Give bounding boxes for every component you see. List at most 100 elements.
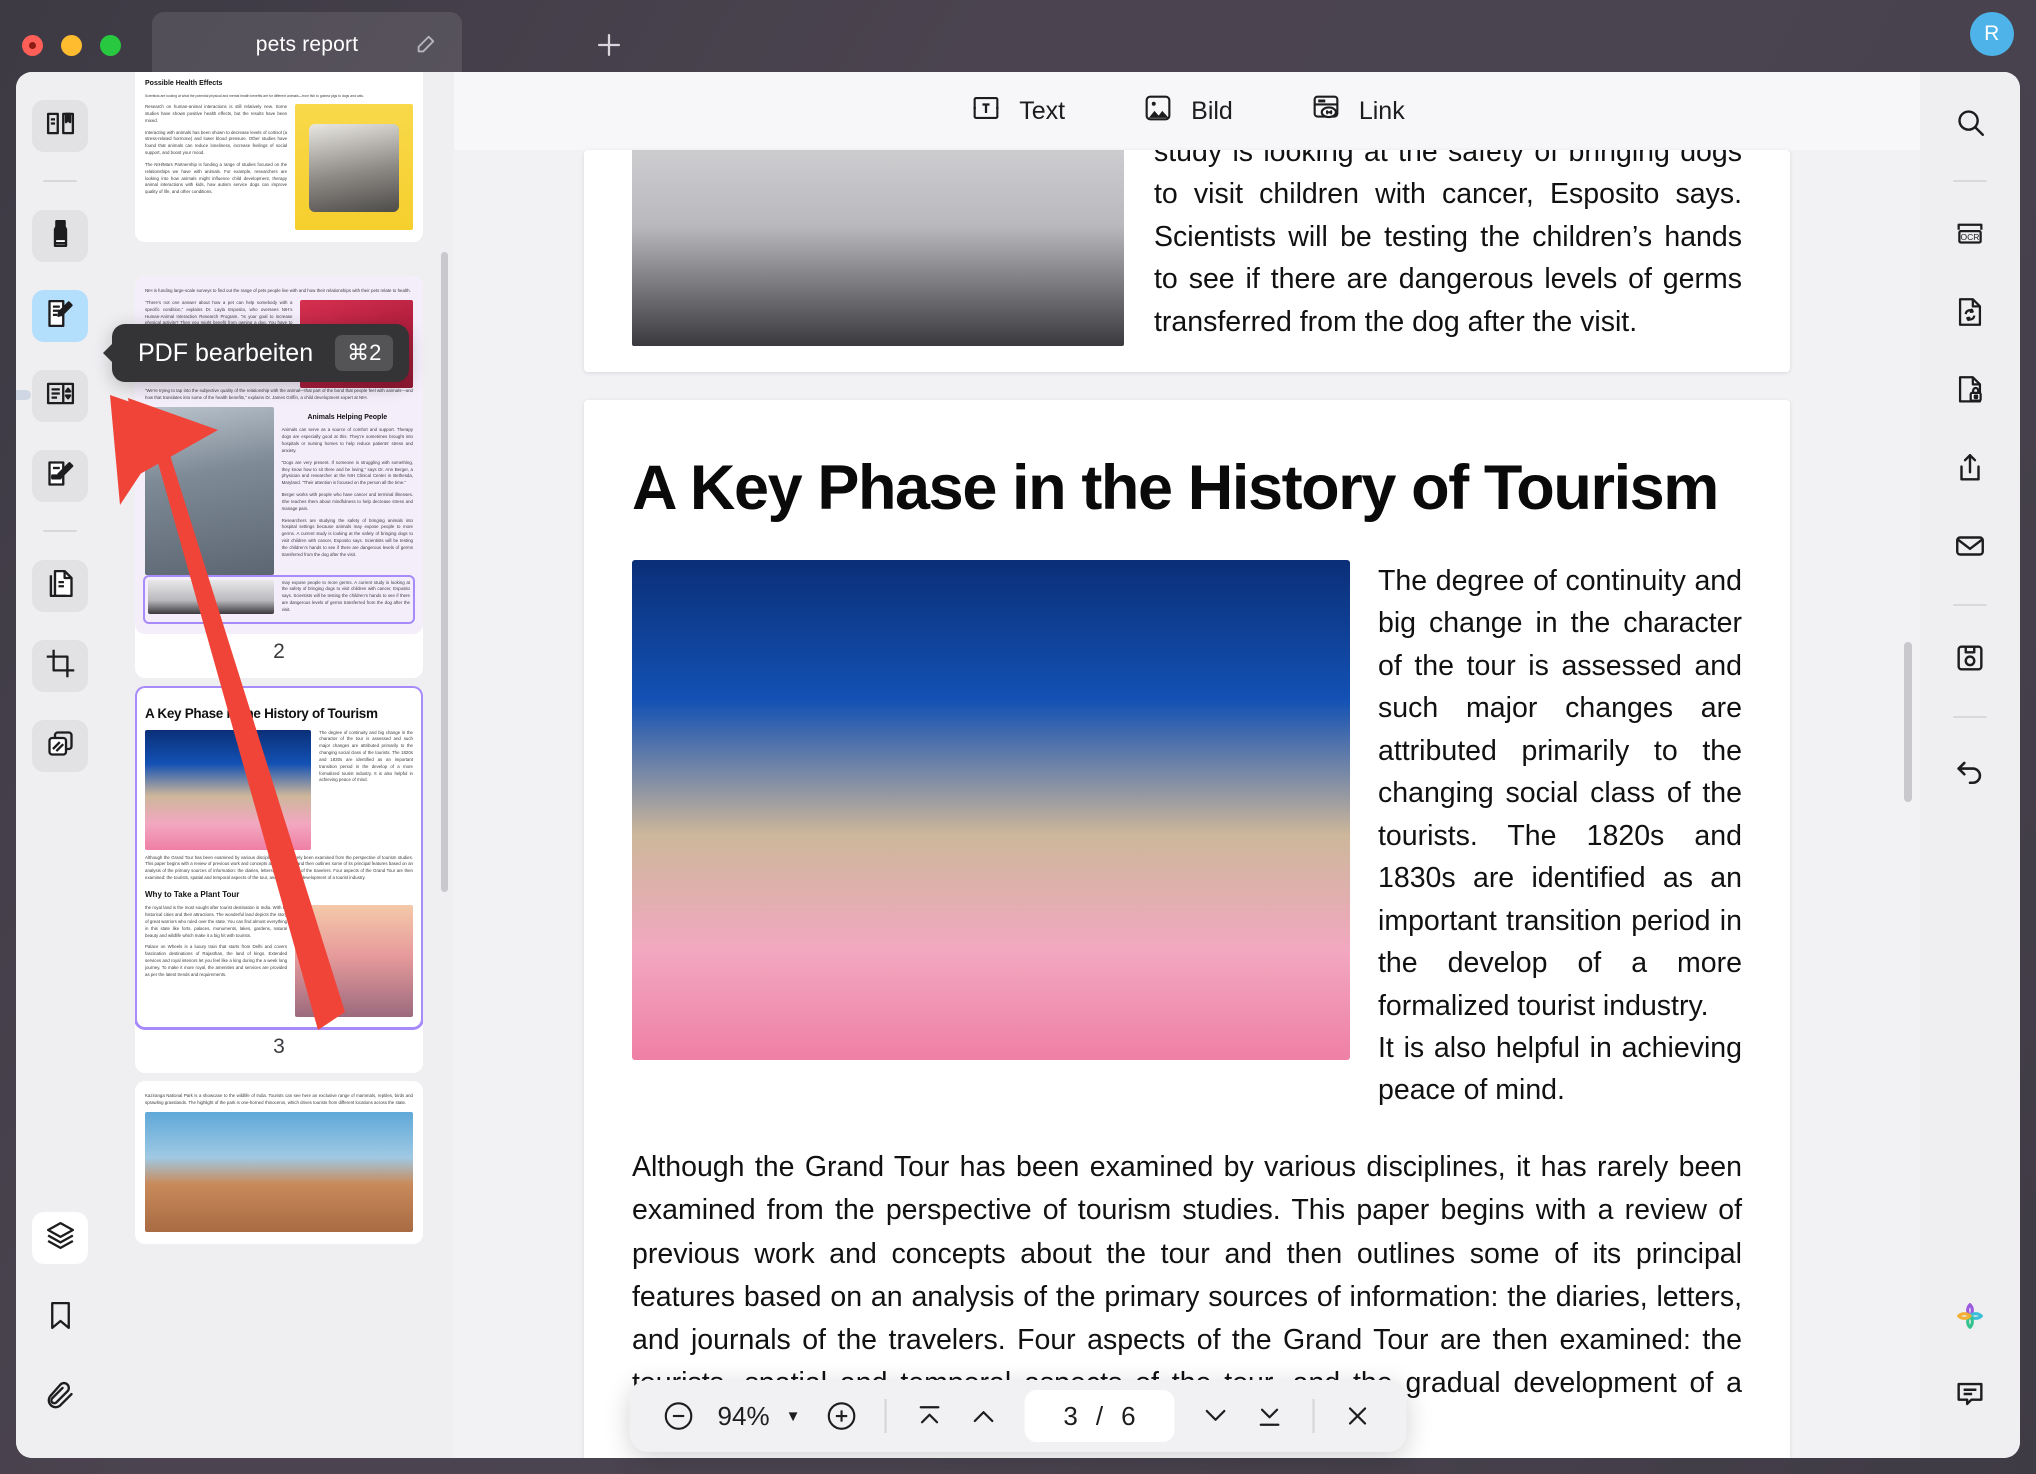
right-item-ai-assistant[interactable]	[1942, 1290, 1998, 1346]
pencil-icon[interactable]	[414, 34, 436, 56]
close-window-button[interactable]	[22, 35, 43, 56]
avatar[interactable]: R	[1970, 12, 2014, 56]
total-pages-value: 6	[1121, 1401, 1135, 1432]
thumb-image-desk	[148, 580, 274, 614]
thumb-text: “Dogs are very present. If someone is st…	[282, 460, 413, 487]
thumbnail-panel[interactable]: Healthy Strategies Research Update Possi…	[104, 72, 454, 1458]
page-separator: /	[1096, 1401, 1103, 1432]
thumb-heading: Possible Health Effects	[145, 79, 413, 90]
sidebar-item-signature-tool[interactable]	[32, 450, 88, 502]
page-column-text[interactable]: The degree of continuity and big change …	[1378, 560, 1742, 1112]
right-item-comments[interactable]	[1942, 1368, 1998, 1424]
next-page-button[interactable]	[1192, 1393, 1238, 1439]
thumb-heading: Animals Helping People	[282, 413, 413, 424]
first-page-button[interactable]	[906, 1393, 952, 1439]
document-viewer: Text Bild	[454, 72, 1920, 1458]
search-icon	[1953, 105, 1987, 144]
sidebar-item-background-tool[interactable]	[32, 720, 88, 772]
panel-resize-handle[interactable]	[16, 390, 31, 400]
zoom-in-button[interactable]	[818, 1393, 864, 1439]
ai-clover-icon	[1953, 1299, 1987, 1338]
toolbar-item-link[interactable]: Link	[1309, 91, 1405, 132]
toolbar-item-text[interactable]: Text	[969, 91, 1065, 132]
zoom-level[interactable]: 94%	[710, 1401, 778, 1432]
thumb-text: Palace on Wheels is a luxury train that …	[145, 944, 287, 978]
right-divider-1	[1953, 180, 1987, 182]
tab-title: pets report	[256, 33, 359, 57]
page-image-havana[interactable]	[632, 560, 1350, 1060]
page-scroll-area[interactable]: may expose people to more germs. A curre…	[454, 150, 1920, 1458]
toolbar-item-image[interactable]: Bild	[1141, 91, 1233, 132]
prev-page-button[interactable]	[960, 1393, 1006, 1439]
document-page-2-partial[interactable]: may expose people to more germs. A curre…	[584, 150, 1790, 372]
link-tool-icon	[1309, 91, 1343, 132]
close-toolbar-button[interactable]	[1334, 1393, 1380, 1439]
chevron-down-icon[interactable]: ▼	[786, 1408, 811, 1425]
zoom-page-toolbar: 94% ▼ 3 / 6	[630, 1380, 1407, 1452]
sidebar-item-page-copy[interactable]	[32, 560, 88, 612]
sidebar-item-crop-tool[interactable]	[32, 640, 88, 692]
sidebar-item-attachments-panel[interactable]	[32, 1372, 88, 1424]
avatar-initial: R	[1984, 22, 2000, 46]
bookmark-icon	[44, 1299, 77, 1337]
thumb-image-eiffel	[295, 905, 413, 1017]
page-text-partial: may expose people to more germs. A curre…	[1154, 150, 1742, 346]
thumb-text: Researchers are studying the safety of b…	[282, 518, 413, 559]
thumbnail-page-1[interactable]: Healthy Strategies Research Update Possi…	[135, 72, 423, 242]
minimize-window-button[interactable]	[61, 35, 82, 56]
thumb-text: Scientists are looking at what the poten…	[145, 94, 413, 99]
thumb-text: “We’re trying to tap into the subjective…	[145, 388, 413, 402]
paperclip-icon	[44, 1379, 77, 1417]
right-item-email[interactable]	[1942, 520, 1998, 576]
right-divider-3	[1953, 716, 1987, 718]
thumb-image-dog	[295, 104, 413, 230]
layers-icon	[44, 1219, 77, 1257]
current-page-value[interactable]: 3	[1063, 1401, 1077, 1432]
thumbnail-scrollbar[interactable]	[441, 252, 448, 892]
right-item-search[interactable]	[1942, 96, 1998, 152]
thumb-text: Research on human-animal interactions is…	[145, 104, 287, 124]
tooltip-label: PDF bearbeiten	[138, 339, 313, 368]
thumb-text: may expose people to more germs. A curre…	[282, 580, 410, 614]
sidebar-item-reader-view[interactable]	[32, 100, 88, 152]
save-icon	[1953, 641, 1987, 680]
thumb-subheading: Why to Take a Plant Tour	[145, 889, 413, 901]
sidebar-item-highlight-tool[interactable]	[32, 210, 88, 262]
document-tab[interactable]: pets report	[152, 12, 462, 78]
sidebar-item-pdf-edit-tool[interactable]	[32, 290, 88, 342]
document-page-3[interactable]: A Key Phase in the History of Tourism Th…	[584, 400, 1790, 1458]
viewer-scrollbar[interactable]	[1904, 642, 1912, 802]
right-item-share[interactable]	[1942, 442, 1998, 498]
page-indicator[interactable]: 3 / 6	[1024, 1390, 1174, 1442]
page-text-visible: may expose people to more germs. A curre…	[1154, 150, 1742, 338]
right-item-save[interactable]	[1942, 632, 1998, 688]
toolbar-divider-1	[884, 1399, 886, 1433]
edit-toolbar: Text Bild	[454, 72, 1920, 150]
right-item-undo[interactable]	[1942, 744, 1998, 800]
mail-icon	[1953, 529, 1987, 568]
right-item-ocr[interactable]: OCR	[1942, 208, 1998, 264]
right-item-convert[interactable]	[1942, 286, 1998, 342]
thumbnail-page-3[interactable]: A Key Phase in the History of Tourism Th…	[135, 686, 423, 1074]
document-lock-icon	[1953, 373, 1987, 412]
new-tab-button[interactable]	[592, 28, 626, 62]
page-title: A Key Phase in the History of Tourism	[632, 452, 1742, 524]
toolbar-label: Link	[1359, 97, 1405, 126]
ocr-icon: OCR	[1953, 217, 1987, 256]
last-page-button[interactable]	[1246, 1393, 1292, 1439]
thumbnail-page-4[interactable]: Kaziranga National Park is a showcase to…	[135, 1081, 423, 1244]
rail-divider-2	[43, 530, 77, 532]
thumb-text: Berger works with people who have cancer…	[282, 492, 413, 512]
zoom-out-button[interactable]	[656, 1393, 702, 1439]
thumb-text: the royal land is the most sought after …	[145, 905, 287, 939]
left-tool-rail	[16, 72, 104, 1458]
sidebar-item-bookmarks-panel[interactable]	[32, 1292, 88, 1344]
right-item-protect[interactable]	[1942, 364, 1998, 420]
maximize-window-button[interactable]	[100, 35, 121, 56]
undo-icon	[1953, 753, 1987, 792]
sidebar-item-page-organize[interactable]	[32, 370, 88, 422]
sidebar-item-layers-panel[interactable]	[32, 1212, 88, 1264]
rail-divider-1	[43, 180, 77, 182]
tooltip-pdf-edit: PDF bearbeiten ⌘2	[112, 324, 409, 382]
thumb-text: The NIH/Mars Partnership is funding a ra…	[145, 162, 287, 196]
